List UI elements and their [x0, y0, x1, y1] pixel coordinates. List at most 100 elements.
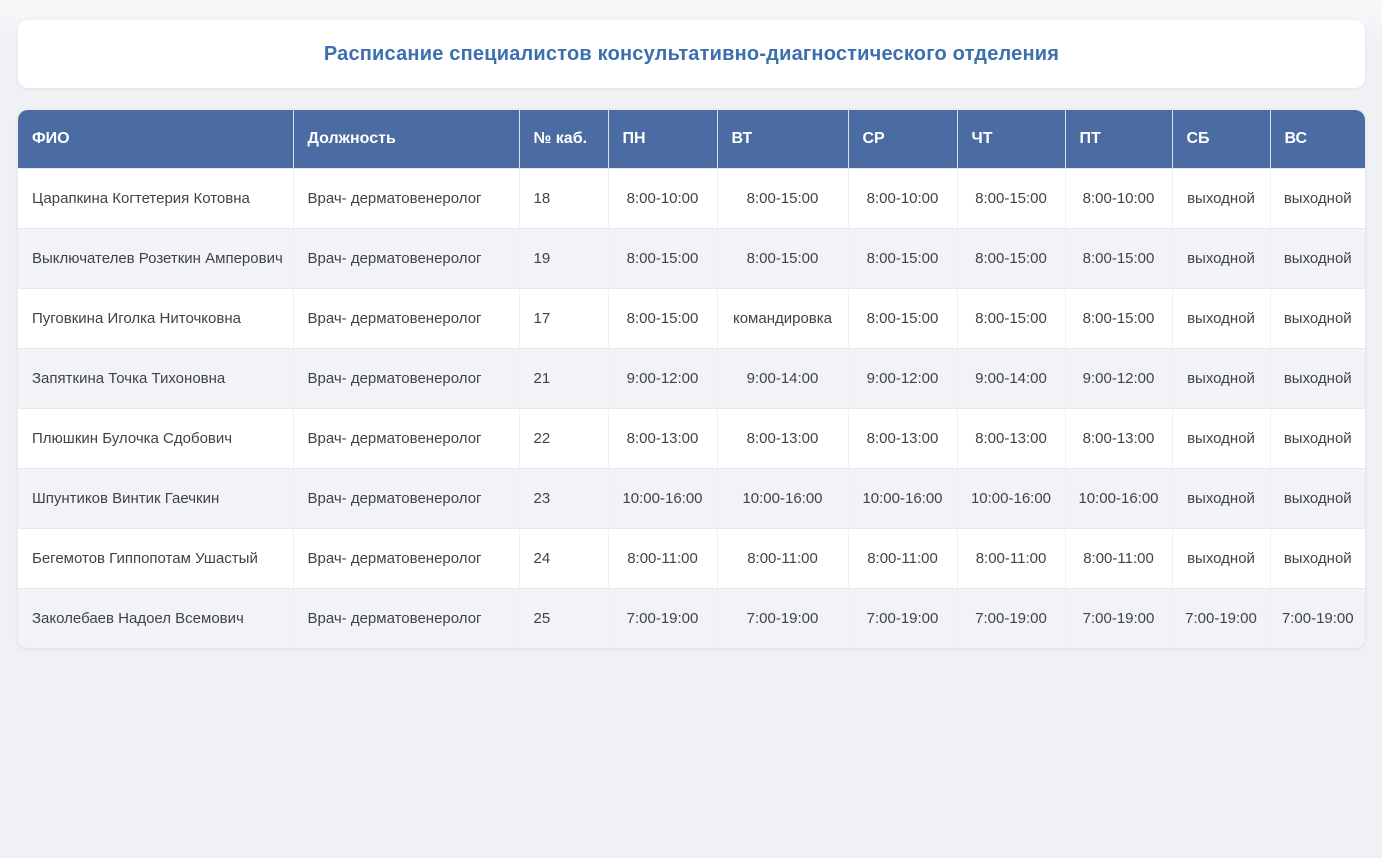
mon-cell: 8:00-15:00: [608, 228, 717, 288]
room-cell: 25: [519, 588, 608, 648]
position-cell: Врач- дерматовенеролог: [293, 168, 519, 228]
sun-cell: 7:00-19:00: [1270, 588, 1365, 648]
room-cell: 24: [519, 528, 608, 588]
sun-cell: выходной: [1270, 228, 1365, 288]
wed-cell: 8:00-15:00: [848, 288, 957, 348]
column-header-fio: ФИО: [18, 110, 293, 168]
table-row: Заколебаев Надоел ВсемовичВрач- дерматов…: [18, 588, 1365, 648]
room-cell: 18: [519, 168, 608, 228]
fri-cell: 8:00-13:00: [1065, 408, 1172, 468]
fri-cell: 9:00-12:00: [1065, 348, 1172, 408]
position-cell: Врач- дерматовенеролог: [293, 348, 519, 408]
column-header-thursday: ЧТ: [957, 110, 1065, 168]
fio-cell: Бегемотов Гиппопотам Ушастый: [18, 528, 293, 588]
room-cell: 17: [519, 288, 608, 348]
position-cell: Врач- дерматовенеролог: [293, 588, 519, 648]
thu-cell: 8:00-15:00: [957, 288, 1065, 348]
column-header-room: № каб.: [519, 110, 608, 168]
table-header: ФИО Должность № каб. ПН ВТ СР ЧТ ПТ СБ В…: [18, 110, 1365, 168]
mon-cell: 8:00-10:00: [608, 168, 717, 228]
sun-cell: выходной: [1270, 348, 1365, 408]
table-body: Царапкина Когтетерия КотовнаВрач- дермат…: [18, 168, 1365, 648]
wed-cell: 10:00-16:00: [848, 468, 957, 528]
tue-cell: 8:00-15:00: [717, 228, 848, 288]
tue-cell: 9:00-14:00: [717, 348, 848, 408]
fio-cell: Шпунтиков Винтик Гаечкин: [18, 468, 293, 528]
sat-cell: выходной: [1172, 468, 1270, 528]
wed-cell: 8:00-11:00: [848, 528, 957, 588]
tue-cell: 8:00-13:00: [717, 408, 848, 468]
thu-cell: 8:00-11:00: [957, 528, 1065, 588]
mon-cell: 7:00-19:00: [608, 588, 717, 648]
wed-cell: 8:00-10:00: [848, 168, 957, 228]
tue-cell: 10:00-16:00: [717, 468, 848, 528]
position-cell: Врач- дерматовенеролог: [293, 408, 519, 468]
fio-cell: Заколебаев Надоел Всемович: [18, 588, 293, 648]
page-background: Расписание специалистов консультативно-д…: [0, 0, 1382, 648]
column-header-saturday: СБ: [1172, 110, 1270, 168]
mon-cell: 9:00-12:00: [608, 348, 717, 408]
wed-cell: 7:00-19:00: [848, 588, 957, 648]
sun-cell: выходной: [1270, 468, 1365, 528]
title-card: Расписание специалистов консультативно-д…: [18, 20, 1365, 88]
column-header-sunday: ВС: [1270, 110, 1365, 168]
fio-cell: Плюшкин Булочка Сдобович: [18, 408, 293, 468]
column-header-wednesday: СР: [848, 110, 957, 168]
table-row: Плюшкин Булочка СдобовичВрач- дерматовен…: [18, 408, 1365, 468]
fio-cell: Выключателев Розеткин Амперович: [18, 228, 293, 288]
sat-cell: выходной: [1172, 408, 1270, 468]
schedule-table-card: ФИО Должность № каб. ПН ВТ СР ЧТ ПТ СБ В…: [18, 110, 1365, 648]
wed-cell: 9:00-12:00: [848, 348, 957, 408]
tue-cell: 8:00-15:00: [717, 168, 848, 228]
position-cell: Врач- дерматовенеролог: [293, 468, 519, 528]
table-row: Запяткина Точка ТихоновнаВрач- дерматове…: [18, 348, 1365, 408]
table-row: Шпунтиков Винтик ГаечкинВрач- дерматовен…: [18, 468, 1365, 528]
thu-cell: 8:00-13:00: [957, 408, 1065, 468]
fri-cell: 8:00-10:00: [1065, 168, 1172, 228]
mon-cell: 8:00-11:00: [608, 528, 717, 588]
sun-cell: выходной: [1270, 168, 1365, 228]
fio-cell: Пуговкина Иголка Ниточковна: [18, 288, 293, 348]
wed-cell: 8:00-13:00: [848, 408, 957, 468]
sun-cell: выходной: [1270, 528, 1365, 588]
fri-cell: 8:00-11:00: [1065, 528, 1172, 588]
mon-cell: 8:00-15:00: [608, 288, 717, 348]
tue-cell: 7:00-19:00: [717, 588, 848, 648]
room-cell: 19: [519, 228, 608, 288]
room-cell: 23: [519, 468, 608, 528]
mon-cell: 8:00-13:00: [608, 408, 717, 468]
tue-cell: 8:00-11:00: [717, 528, 848, 588]
wed-cell: 8:00-15:00: [848, 228, 957, 288]
thu-cell: 7:00-19:00: [957, 588, 1065, 648]
column-header-friday: ПТ: [1065, 110, 1172, 168]
thu-cell: 8:00-15:00: [957, 168, 1065, 228]
room-cell: 21: [519, 348, 608, 408]
sat-cell: выходной: [1172, 228, 1270, 288]
table-header-row: ФИО Должность № каб. ПН ВТ СР ЧТ ПТ СБ В…: [18, 110, 1365, 168]
room-cell: 22: [519, 408, 608, 468]
fri-cell: 7:00-19:00: [1065, 588, 1172, 648]
table-row: Выключателев Розеткин АмперовичВрач- дер…: [18, 228, 1365, 288]
fio-cell: Запяткина Точка Тихоновна: [18, 348, 293, 408]
column-header-position: Должность: [293, 110, 519, 168]
fri-cell: 10:00-16:00: [1065, 468, 1172, 528]
sat-cell: выходной: [1172, 288, 1270, 348]
table-row: Бегемотов Гиппопотам УшастыйВрач- дермат…: [18, 528, 1365, 588]
sun-cell: выходной: [1270, 408, 1365, 468]
fri-cell: 8:00-15:00: [1065, 228, 1172, 288]
thu-cell: 8:00-15:00: [957, 228, 1065, 288]
sat-cell: выходной: [1172, 528, 1270, 588]
page-title: Расписание специалистов консультативно-д…: [324, 43, 1059, 66]
position-cell: Врач- дерматовенеролог: [293, 288, 519, 348]
position-cell: Врач- дерматовенеролог: [293, 228, 519, 288]
column-header-tuesday: ВТ: [717, 110, 848, 168]
sat-cell: выходной: [1172, 348, 1270, 408]
sun-cell: выходной: [1270, 288, 1365, 348]
tue-cell: командировка: [717, 288, 848, 348]
column-header-monday: ПН: [608, 110, 717, 168]
schedule-table: ФИО Должность № каб. ПН ВТ СР ЧТ ПТ СБ В…: [18, 110, 1365, 648]
fio-cell: Царапкина Когтетерия Котовна: [18, 168, 293, 228]
table-row: Царапкина Когтетерия КотовнаВрач- дермат…: [18, 168, 1365, 228]
position-cell: Врач- дерматовенеролог: [293, 528, 519, 588]
thu-cell: 10:00-16:00: [957, 468, 1065, 528]
